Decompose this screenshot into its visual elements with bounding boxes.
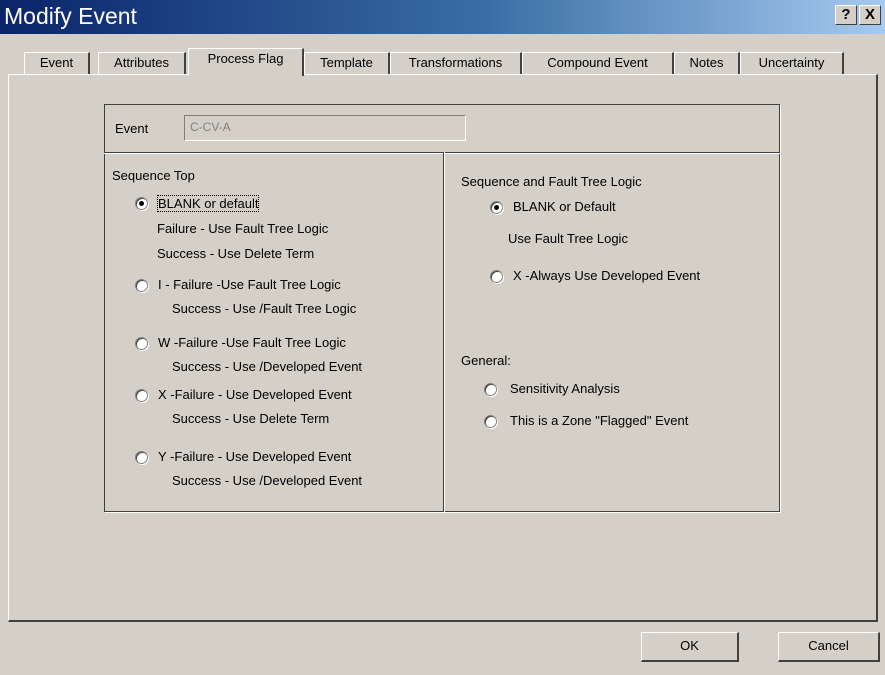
radio-label: This is a Zone "Flagged" Event [510, 413, 689, 428]
tab-template[interactable]: Template [304, 52, 390, 74]
sequence-top-heading: Sequence Top [112, 168, 195, 183]
tab-process-flag[interactable]: Process Flag [188, 48, 304, 76]
radio-label: X -Always Use Developed Event [513, 268, 701, 283]
window-title: Modify Event [4, 3, 137, 29]
tab-uncertainty[interactable]: Uncertainty [740, 52, 844, 74]
radio-w-failure[interactable] [135, 337, 148, 350]
close-button[interactable]: X [859, 5, 881, 25]
tab-transformations[interactable]: Transformations [390, 52, 522, 74]
radio-sensitivity-analysis[interactable] [484, 383, 497, 396]
title-bar: Modify Event ? X [0, 0, 885, 34]
divider [104, 152, 780, 153]
radio-label: I - Failure -Use Fault Tree Logic [158, 277, 341, 292]
fault-tree-logic-heading: Sequence and Fault Tree Logic [461, 174, 642, 189]
cancel-button[interactable]: Cancel [778, 632, 880, 662]
radio-label: BLANK or Default [513, 199, 616, 214]
option-description: Use Fault Tree Logic [508, 231, 628, 246]
radio-logic-blank-default[interactable] [490, 201, 503, 214]
option-description: Success - Use Delete Term [172, 411, 330, 426]
radio-y-failure[interactable] [135, 451, 148, 464]
ok-button[interactable]: OK [641, 632, 739, 662]
event-field[interactable]: C-CV-A [184, 115, 466, 141]
event-label: Event [115, 121, 149, 136]
tab-attributes[interactable]: Attributes [98, 52, 186, 74]
radio-label: BLANK or default [156, 195, 260, 212]
tab-compound-event[interactable]: Compound Event [522, 52, 674, 74]
radio-label: W -Failure -Use Fault Tree Logic [158, 335, 346, 350]
radio-label: Y -Failure - Use Developed Event [158, 449, 352, 464]
option-description: Success - Use Delete Term [157, 246, 315, 261]
help-button[interactable]: ? [835, 5, 857, 25]
radio-blank-default[interactable] [135, 197, 148, 210]
radio-x-failure[interactable] [135, 389, 148, 402]
option-description: Success - Use /Fault Tree Logic [172, 301, 357, 316]
radio-zone-flagged-event[interactable] [484, 415, 497, 428]
radio-always-developed-event[interactable] [490, 270, 503, 283]
tab-event[interactable]: Event [24, 52, 90, 74]
tab-notes[interactable]: Notes [674, 52, 740, 74]
radio-label: Sensitivity Analysis [510, 381, 620, 396]
general-heading: General: [461, 353, 511, 368]
radio-i-failure[interactable] [135, 279, 148, 292]
option-description: Success - Use /Developed Event [172, 359, 363, 374]
radio-label: X -Failure - Use Developed Event [158, 387, 352, 402]
option-description: Failure - Use Fault Tree Logic [157, 221, 329, 236]
divider [443, 152, 444, 512]
option-description: Success - Use /Developed Event [172, 473, 363, 488]
